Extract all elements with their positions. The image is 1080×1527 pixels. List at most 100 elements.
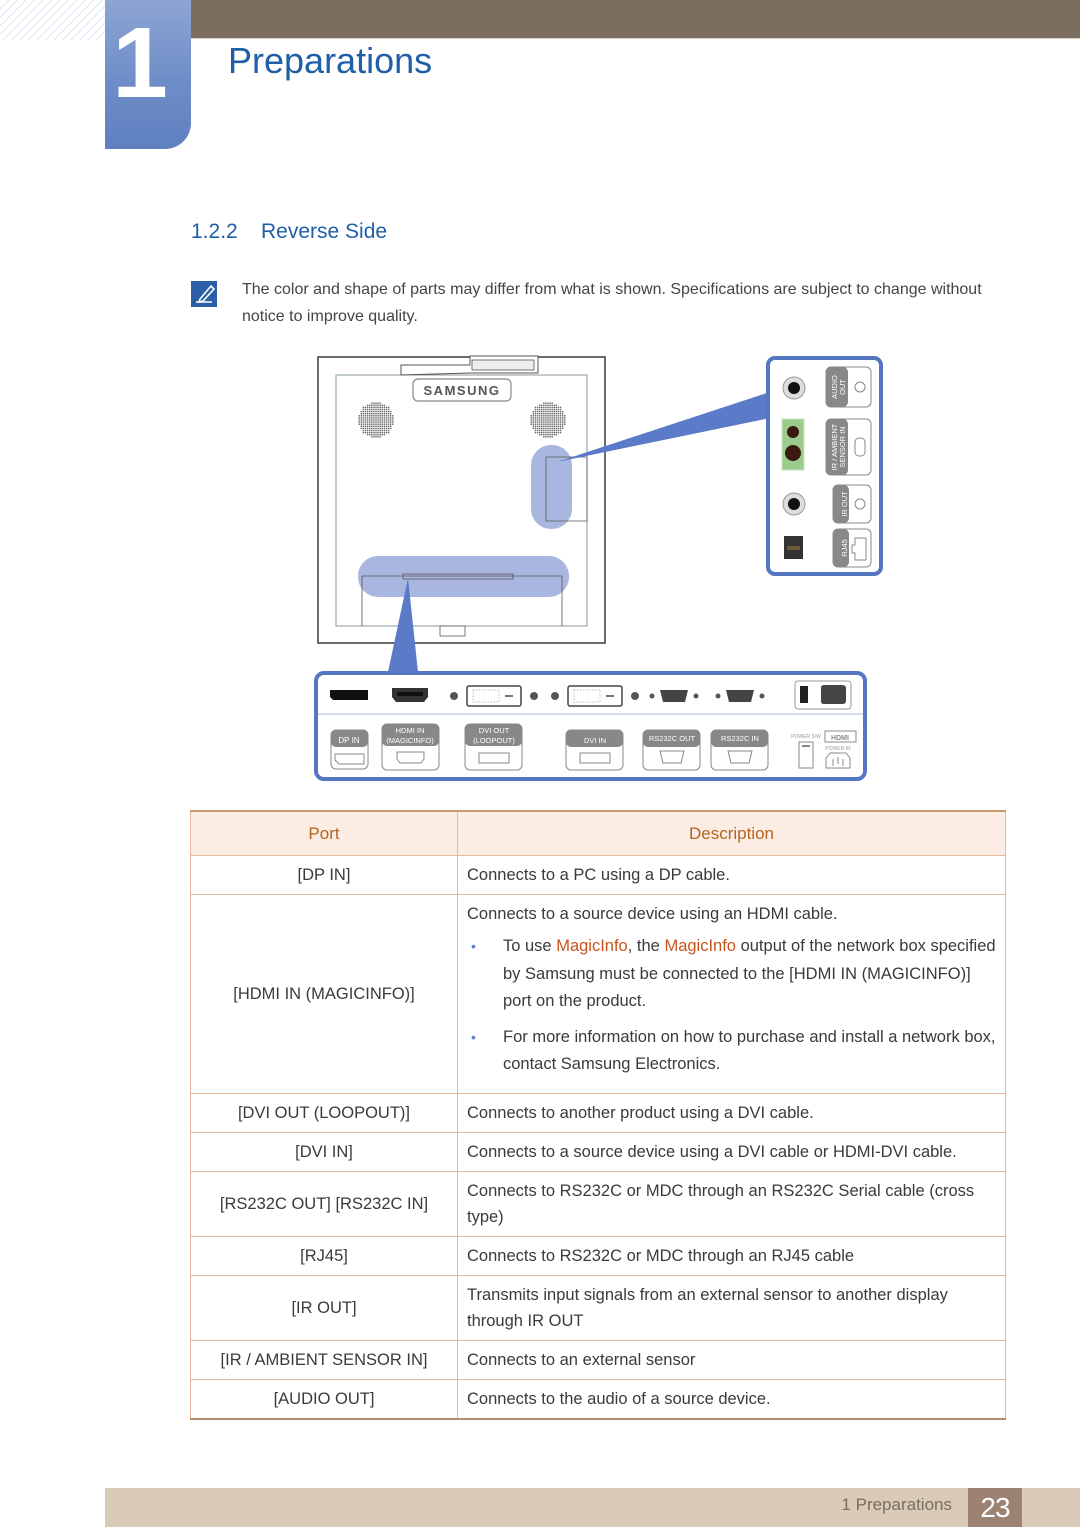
grille-hole (541, 423, 543, 425)
grille-hole (562, 419, 564, 421)
grille-hole (385, 425, 388, 427)
grille-hole (364, 410, 367, 413)
grille-hole (555, 421, 558, 423)
grille-hole (538, 417, 541, 419)
grille-hole (559, 425, 562, 427)
grille-hole (545, 431, 547, 434)
svg-text:HDMI IN: HDMI IN (396, 726, 425, 735)
grille-hole (379, 408, 381, 411)
grille-hole (371, 423, 373, 425)
grille-hole (545, 425, 547, 427)
grille-hole (557, 421, 560, 423)
port-cell: [DP IN] (190, 855, 458, 895)
grille-hole (562, 417, 564, 419)
magicinfo-highlight: MagicInfo (556, 937, 628, 955)
grille-hole (545, 402, 547, 404)
grille-hole (364, 419, 367, 421)
grille-hole (381, 429, 383, 432)
grille-hole (551, 408, 553, 411)
grille-hole (559, 406, 562, 409)
grille-hole (381, 421, 383, 423)
grille-hole (553, 421, 555, 423)
grille-hole (369, 406, 371, 409)
grille-hole (375, 410, 377, 413)
grille-hole (362, 429, 365, 432)
grille-hole (564, 417, 566, 419)
grille-hole (541, 417, 543, 419)
svg-text:IR / AMBIENTSENSOR IN: IR / AMBIENTSENSOR IN (830, 423, 847, 470)
grille-hole (387, 429, 390, 432)
grille-hole (383, 423, 386, 425)
dp-port (330, 690, 368, 700)
grille-hole (360, 419, 362, 421)
grille-hole (379, 436, 381, 438)
grille-hole (392, 423, 394, 425)
grille-hole (360, 427, 362, 430)
grille-hole (534, 421, 537, 423)
bottom-ports-highlight (358, 556, 569, 597)
grille-hole (551, 425, 553, 427)
grille-hole (536, 413, 539, 415)
grille-hole (364, 423, 367, 425)
grille-hole (543, 425, 545, 427)
grille-hole (547, 402, 549, 404)
grille-hole (541, 429, 543, 432)
grille-hole (383, 434, 386, 436)
power-block (794, 680, 852, 710)
grille-hole (538, 415, 541, 417)
grille-hole (375, 421, 377, 423)
grille-hole (536, 429, 539, 432)
grille-hole (530, 421, 532, 423)
grille-hole (390, 425, 392, 427)
grille-hole (547, 431, 549, 434)
grille-hole (377, 410, 379, 413)
grille-hole (369, 425, 371, 427)
grille-hole (377, 429, 379, 432)
grille-hole (381, 404, 383, 406)
grille-hole (543, 410, 545, 413)
grille-hole (364, 415, 367, 417)
grille-hole (375, 429, 377, 432)
bullet-icon: • (471, 1028, 476, 1045)
grille-hole (547, 427, 549, 430)
grille-hole (532, 425, 534, 427)
magicinfo-highlight: MagicInfo (664, 937, 736, 955)
grille-hole (379, 425, 381, 427)
table-row: [IR / AMBIENT SENSOR IN] Connects to an … (190, 1339, 1006, 1380)
grille-hole (381, 410, 383, 413)
grille-hole (532, 421, 534, 423)
grille-hole (553, 408, 555, 411)
grille-hole (366, 408, 369, 411)
grille-hole (543, 429, 545, 432)
grille-hole (358, 423, 360, 425)
grille-hole (553, 404, 555, 406)
grille-hole (366, 429, 369, 432)
grille-hole (559, 410, 562, 413)
grille-hole (377, 413, 379, 415)
grille-hole (549, 402, 551, 404)
grille-hole (373, 419, 375, 421)
grille-hole (383, 415, 386, 417)
grille-hole (562, 423, 564, 425)
svg-text:DVI IN: DVI IN (584, 736, 606, 745)
grille-hole (390, 410, 392, 413)
grille-hole (559, 423, 562, 425)
ir-sensor-connector (781, 418, 805, 471)
grille-hole (545, 417, 547, 419)
grille-hole (377, 427, 379, 430)
grille-hole (385, 417, 388, 419)
grille-hole (543, 436, 545, 438)
grille-hole (375, 413, 377, 415)
grille-hole (383, 419, 386, 421)
grille-hole (555, 406, 558, 409)
bullet-item: • To use MagicInfo, the MagicInfo output … (467, 933, 996, 1016)
grille-hole (369, 423, 371, 425)
grille-hole (358, 417, 360, 419)
rj45-port (784, 536, 803, 559)
grille-hole (387, 413, 390, 415)
grille-hole (373, 423, 375, 425)
grille-hole (375, 431, 377, 434)
table-row: [DVI OUT (LOOPOUT)] Connects to another … (190, 1092, 1006, 1133)
grille-hole (362, 427, 365, 430)
grille-hole (371, 436, 373, 438)
